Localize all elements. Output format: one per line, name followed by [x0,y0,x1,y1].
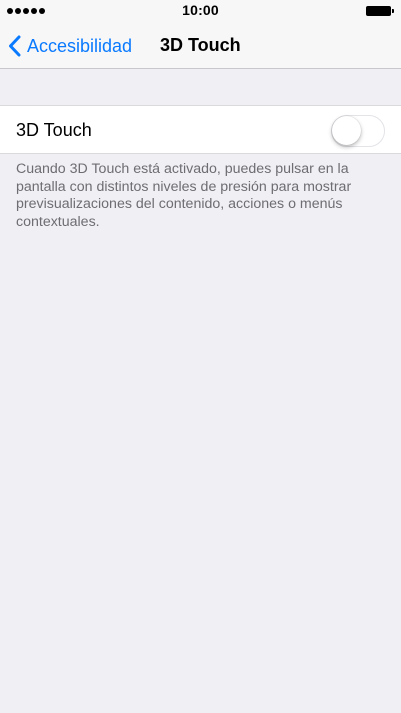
status-time: 10:00 [182,2,219,18]
screen: 10:00 Accesibilidad 3D Touch 3D Touch Cu… [0,0,401,713]
battery-icon [366,6,394,16]
navigation-bar: Accesibilidad 3D Touch [0,22,401,69]
chevron-left-icon [8,35,21,57]
setting-row-3d-touch: 3D Touch [0,105,401,154]
3d-touch-toggle[interactable] [331,115,385,147]
back-button[interactable]: Accesibilidad [8,32,132,60]
footer-description: Cuando 3D Touch está activado, puedes pu… [16,161,352,230]
toggle-knob [332,116,361,145]
status-bar: 10:00 [0,0,401,22]
back-label: Accesibilidad [27,35,133,56]
page-title: 3D Touch [160,35,241,55]
setting-label: 3D Touch [16,120,92,140]
